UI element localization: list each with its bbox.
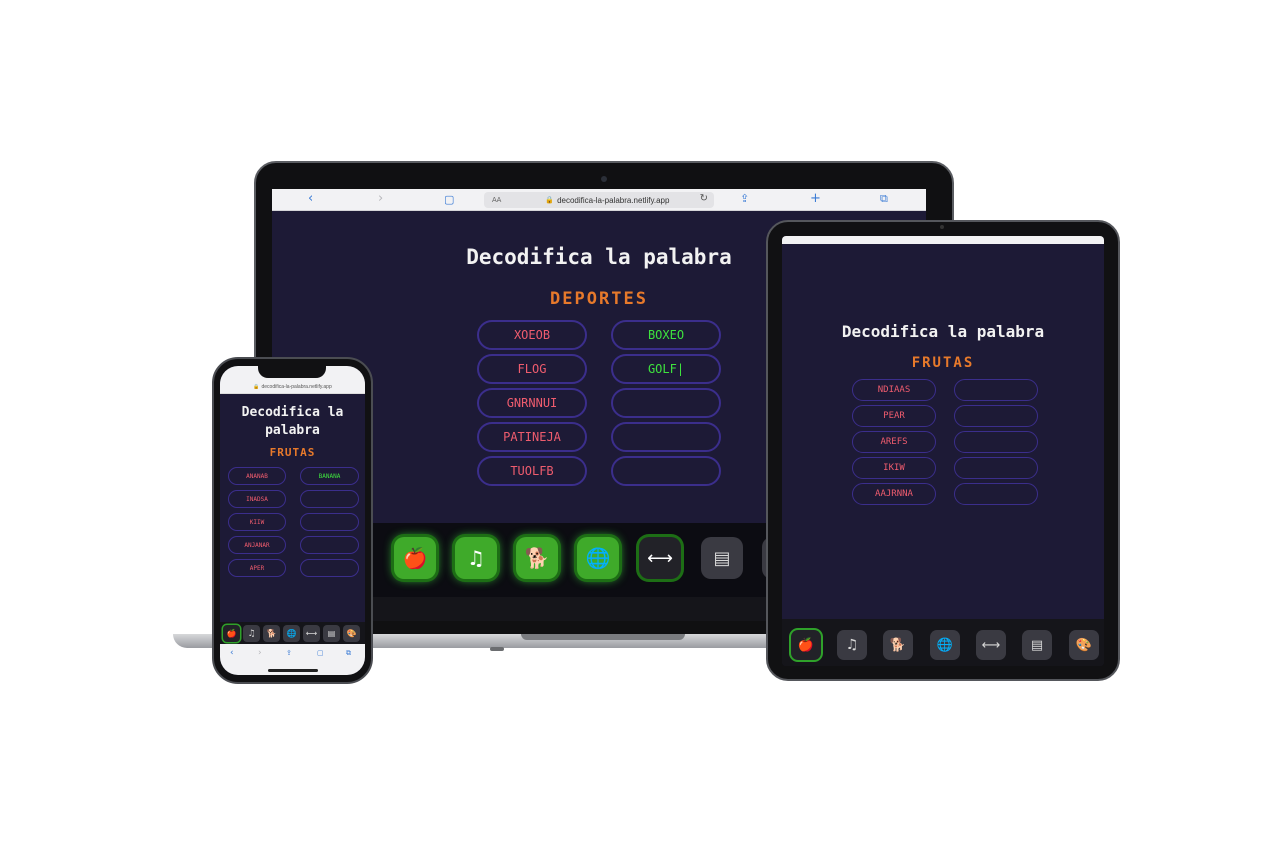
bookmarks-icon[interactable]: ▢ xyxy=(444,193,454,206)
share-icon[interactable]: ⇪ xyxy=(286,649,292,657)
answer-input[interactable] xyxy=(954,379,1038,401)
tablet-status-bar xyxy=(782,236,1104,244)
scrambled-word: APER xyxy=(228,559,286,577)
scrambled-word: IKIW xyxy=(852,457,936,479)
dog-icon[interactable]: 🐕 xyxy=(263,625,280,642)
scrambled-word: TUOLFB xyxy=(477,456,587,486)
answer-input[interactable]: BOXEO xyxy=(611,320,721,350)
phone-address-bar[interactable]: 🔒 decodifica-la-palabra.netlify.app xyxy=(220,380,365,394)
dumbbell-icon[interactable]: ⟷ xyxy=(976,630,1006,660)
scrambled-word: XOEOB xyxy=(477,320,587,350)
page-title: Decodifica la palabra xyxy=(841,322,1045,341)
globe-icon[interactable]: 🌐 xyxy=(283,625,300,642)
url-text: decodifica-la-palabra.netlify.app xyxy=(261,383,332,390)
category-title: FRUTAS xyxy=(269,446,316,459)
fruit-icon[interactable]: 🍎 xyxy=(791,630,821,660)
globe-icon[interactable]: 🌐 xyxy=(577,537,619,579)
bookmarks-icon[interactable]: ▢ xyxy=(317,649,324,657)
dumbbell-icon[interactable]: ⟷ xyxy=(303,625,320,642)
answer-input[interactable] xyxy=(611,456,721,486)
answer-input[interactable] xyxy=(300,513,359,531)
answer-input[interactable] xyxy=(611,388,721,418)
forward-icon[interactable]: › xyxy=(258,648,262,658)
dog-icon[interactable]: 🐕 xyxy=(516,537,558,579)
scrambled-word: ANJANAR xyxy=(228,536,286,554)
dumbbell-icon[interactable]: ⟷ xyxy=(639,537,681,579)
music-icon[interactable]: ♫ xyxy=(837,630,867,660)
laptop-camera xyxy=(601,176,607,182)
answer-input[interactable] xyxy=(954,457,1038,479)
reader-text-size[interactable]: AA xyxy=(492,197,501,204)
music-icon[interactable]: ♫ xyxy=(243,625,260,642)
palette-icon[interactable]: 🎨 xyxy=(343,625,360,642)
scrambled-word: PATINEJA xyxy=(477,422,587,452)
music-icon[interactable]: ♫ xyxy=(455,537,497,579)
category-bar: 🍎 ♫ 🐕 🌐 ⟷ ▤ 🎨 xyxy=(220,622,365,644)
back-icon[interactable]: ‹ xyxy=(230,648,234,658)
answer-input[interactable] xyxy=(300,559,359,577)
scrambled-word: AAJRNNA xyxy=(852,483,936,505)
category-bar: 🍎 ♫ 🐕 🌐 ⟷ ▤ 🎨 xyxy=(782,619,1104,666)
reload-icon[interactable]: ↻ xyxy=(700,193,708,204)
phone-notch xyxy=(258,366,326,378)
laptop-notch xyxy=(521,634,685,640)
tabs-icon[interactable]: ⧉ xyxy=(880,192,888,206)
answer-input[interactable] xyxy=(611,422,721,452)
phone-screen: 🔒 decodifica-la-palabra.netlify.app Deco… xyxy=(220,366,365,675)
scrambled-word: GNRNNUI xyxy=(477,388,587,418)
url-text: decodifica-la-palabra.netlify.app xyxy=(557,195,670,205)
answer-input[interactable]: GOLF| xyxy=(611,354,721,384)
page-title-line: Decodifica la xyxy=(241,405,344,420)
dog-icon[interactable]: 🐕 xyxy=(883,630,913,660)
id-card-icon[interactable]: ▤ xyxy=(701,537,743,579)
scrambled-word: FLOG xyxy=(477,354,587,384)
palette-icon[interactable]: 🎨 xyxy=(1069,630,1099,660)
share-icon[interactable]: ⇪ xyxy=(740,192,749,205)
scrambled-word: AREFS xyxy=(852,431,936,453)
address-bar[interactable]: AA 🔒 decodifica-la-palabra.netlify.app ↻ xyxy=(484,192,714,208)
fruit-icon[interactable]: 🍎 xyxy=(394,537,436,579)
answer-input[interactable]: BANANA xyxy=(300,467,359,485)
scrambled-word: ANANAB xyxy=(228,467,286,485)
scrambled-word: NDIAAS xyxy=(852,379,936,401)
tablet-camera xyxy=(940,225,944,229)
home-indicator xyxy=(268,669,318,672)
answer-input[interactable] xyxy=(300,490,359,508)
scrambled-word: PEAR xyxy=(852,405,936,427)
browser-toolbar: ‹ › ▢ AA 🔒 decodifica-la-palabra.netlify… xyxy=(272,189,926,211)
answer-input[interactable] xyxy=(954,483,1038,505)
new-tab-icon[interactable]: + xyxy=(810,191,821,206)
lock-icon: 🔒 xyxy=(545,197,555,204)
forward-icon[interactable]: › xyxy=(378,191,383,206)
back-icon[interactable]: ‹ xyxy=(308,191,313,206)
laptop-foot xyxy=(490,647,504,651)
id-card-icon[interactable]: ▤ xyxy=(323,625,340,642)
page-title: Decodifica la palabra xyxy=(220,404,365,440)
fruit-icon[interactable]: 🍎 xyxy=(223,625,240,642)
page-title-line: palabra xyxy=(265,423,320,438)
category-title: FRUTAS xyxy=(911,355,975,371)
scrambled-word: INADSA xyxy=(228,490,286,508)
scrambled-word: KIIW xyxy=(228,513,286,531)
id-card-icon[interactable]: ▤ xyxy=(1022,630,1052,660)
answer-input[interactable] xyxy=(954,405,1038,427)
answer-input[interactable] xyxy=(300,536,359,554)
tablet-screen: Decodifica la palabra FRUTAS NDIAAS PEAR… xyxy=(782,236,1104,666)
tabs-icon[interactable]: ⧉ xyxy=(346,649,351,658)
globe-icon[interactable]: 🌐 xyxy=(930,630,960,660)
lock-icon: 🔒 xyxy=(253,383,260,390)
answer-input[interactable] xyxy=(954,431,1038,453)
